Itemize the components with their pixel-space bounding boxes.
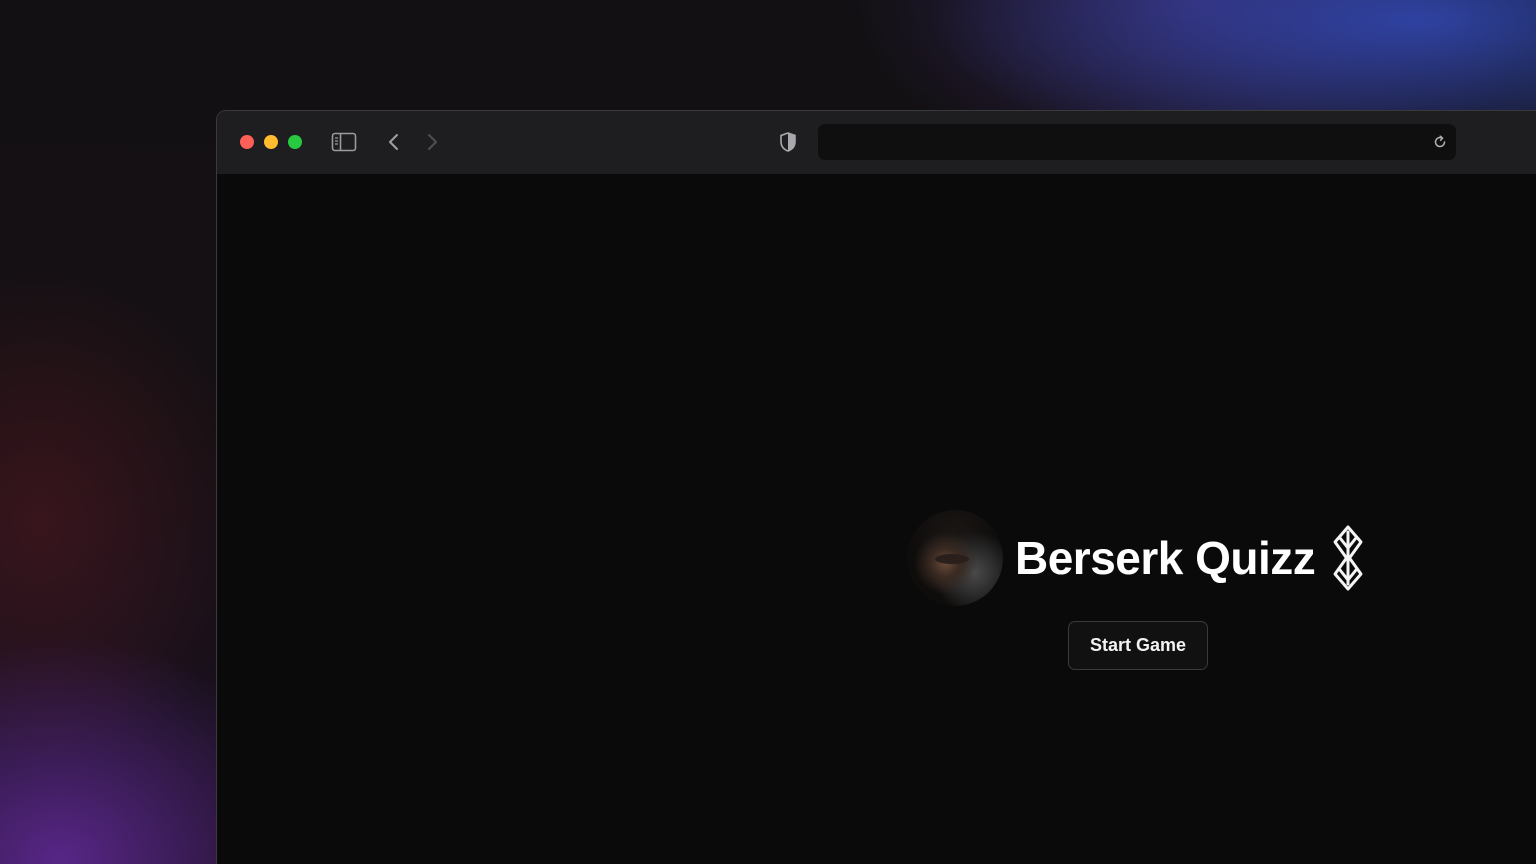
page-title: Berserk Quizz (1015, 532, 1316, 584)
chevron-right-icon[interactable] (423, 130, 441, 154)
chevron-left-icon[interactable] (385, 130, 403, 154)
zoom-dot-icon[interactable] (288, 135, 302, 149)
page-content: Berserk Quizz Start Game (217, 174, 1536, 864)
close-dot-icon[interactable] (240, 135, 254, 149)
browser-window: Berserk Quizz Start Game (216, 110, 1536, 864)
minimize-dot-icon[interactable] (264, 135, 278, 149)
avatar (907, 510, 1003, 606)
address-bar[interactable] (818, 124, 1456, 160)
sidebar-toggle-icon[interactable] (331, 131, 357, 153)
start-game-button[interactable]: Start Game (1068, 621, 1208, 670)
brand-of-sacrifice-icon (1331, 524, 1365, 592)
reload-icon[interactable] (1430, 132, 1450, 152)
shield-icon[interactable] (777, 130, 799, 154)
browser-toolbar (217, 111, 1536, 174)
hero-header: Berserk Quizz (907, 510, 1365, 606)
